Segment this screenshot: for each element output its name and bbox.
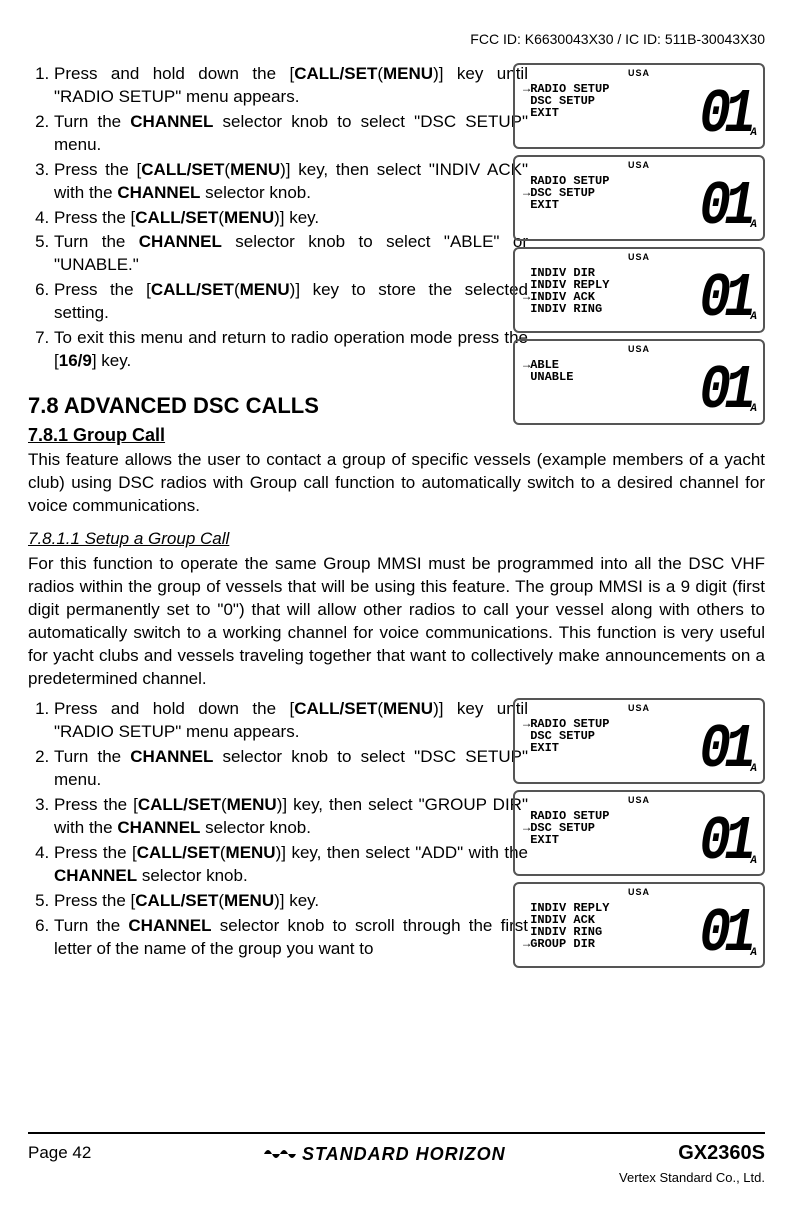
lcd-sub-a: A — [750, 218, 757, 233]
lcd-menu-text: RADIO SETUP →DSC SETUP EXIT — [523, 810, 633, 870]
lcd-menu-text: →RADIO SETUP DSC SETUP EXIT — [523, 83, 633, 143]
lcd-channel-number: 01 — [699, 257, 749, 341]
step-item: Press the [CALL/SET(MENU)] key, then sel… — [54, 794, 528, 840]
lcd-channel-number: 01 — [699, 165, 749, 249]
lcd-panel-group-2: USA→RADIO SETUP DSC SETUP EXIT01AUSA RAD… — [513, 698, 765, 974]
heading-7-8-1-1: 7.8.1.1 Setup a Group Call — [28, 528, 765, 551]
step-item: Turn the CHANNEL selector knob to select… — [54, 746, 528, 792]
step-item: Press the [CALL/SET(MENU)] key, then sel… — [54, 159, 528, 205]
lcd-menu-text: INDIV DIR INDIV REPLY →INDIV ACK INDIV R… — [523, 267, 633, 327]
lcd-channel-number: 01 — [699, 349, 749, 433]
step-item: Turn the CHANNEL selector knob to scroll… — [54, 915, 528, 961]
step-item: Press the [CALL/SET(MENU)] key. — [54, 890, 528, 913]
step-item: Press and hold down the [CALL/SET(MENU)]… — [54, 63, 528, 109]
paragraph-setup-group: For this function to operate the same Gr… — [28, 553, 765, 691]
lcd-screen: USA INDIV DIR INDIV REPLY →INDIV ACK IND… — [513, 247, 765, 333]
step-item: Press and hold down the [CALL/SET(MENU)]… — [54, 698, 528, 744]
step-item: Turn the CHANNEL selector knob to select… — [54, 111, 528, 157]
step-item: Turn the CHANNEL selector knob to select… — [54, 231, 528, 277]
header-id: FCC ID: K6630043X30 / IC ID: 511B-30043X… — [28, 30, 765, 49]
lcd-panel-group-1: USA→RADIO SETUP DSC SETUP EXIT01AUSA RAD… — [513, 63, 765, 431]
lcd-channel-number: 01 — [699, 800, 749, 884]
usa-label: USA — [628, 702, 650, 714]
lcd-sub-a: A — [750, 126, 757, 141]
lcd-menu-text: →ABLE UNABLE — [523, 359, 633, 419]
lcd-channel-number: 01 — [699, 708, 749, 792]
usa-label: USA — [628, 251, 650, 263]
page-number: Page 42 — [28, 1142, 91, 1165]
lcd-menu-text: INDIV REPLY INDIV ACK INDIV RING →GROUP … — [523, 902, 633, 962]
company-name: Vertex Standard Co., Ltd. — [28, 1169, 765, 1187]
lcd-sub-a: A — [750, 854, 757, 869]
section-2: Press and hold down the [CALL/SET(MENU)]… — [28, 698, 765, 960]
lcd-sub-a: A — [750, 946, 757, 961]
paragraph-group-call: This feature allows the user to contact … — [28, 449, 765, 518]
usa-label: USA — [628, 794, 650, 806]
lcd-screen: USA→RADIO SETUP DSC SETUP EXIT01A — [513, 63, 765, 149]
lcd-sub-a: A — [750, 402, 757, 417]
lcd-screen: USA RADIO SETUP →DSC SETUP EXIT01A — [513, 155, 765, 241]
usa-label: USA — [628, 886, 650, 898]
lcd-menu-text: RADIO SETUP →DSC SETUP EXIT — [523, 175, 633, 235]
wave-icon — [264, 1146, 296, 1162]
usa-label: USA — [628, 67, 650, 79]
brand-text: STANDARD HORIZON — [302, 1142, 506, 1166]
brand-logo: STANDARD HORIZON — [264, 1142, 506, 1166]
lcd-channel-number: 01 — [699, 73, 749, 157]
section-1: Press and hold down the [CALL/SET(MENU)]… — [28, 63, 765, 373]
lcd-screen: USA RADIO SETUP →DSC SETUP EXIT01A — [513, 790, 765, 876]
lcd-sub-a: A — [750, 310, 757, 325]
lcd-channel-number: 01 — [699, 892, 749, 976]
steps-list-2: Press and hold down the [CALL/SET(MENU)]… — [28, 698, 528, 960]
step-item: Press the [CALL/SET(MENU)] key to store … — [54, 279, 528, 325]
footer: Page 42 STANDARD HORIZON GX2360S Vertex … — [28, 1132, 765, 1187]
lcd-screen: USA→RADIO SETUP DSC SETUP EXIT01A — [513, 698, 765, 784]
step-item: Press the [CALL/SET(MENU)] key. — [54, 207, 528, 230]
steps-list-1: Press and hold down the [CALL/SET(MENU)]… — [28, 63, 528, 373]
lcd-sub-a: A — [750, 762, 757, 777]
step-item: To exit this menu and return to radio op… — [54, 327, 528, 373]
usa-label: USA — [628, 343, 650, 355]
model-number: GX2360S — [678, 1140, 765, 1167]
usa-label: USA — [628, 159, 650, 171]
step-item: Press the [CALL/SET(MENU)] key, then sel… — [54, 842, 528, 888]
lcd-screen: USA→ABLE UNABLE01A — [513, 339, 765, 425]
lcd-screen: USA INDIV REPLY INDIV ACK INDIV RING →GR… — [513, 882, 765, 968]
lcd-menu-text: →RADIO SETUP DSC SETUP EXIT — [523, 718, 633, 778]
